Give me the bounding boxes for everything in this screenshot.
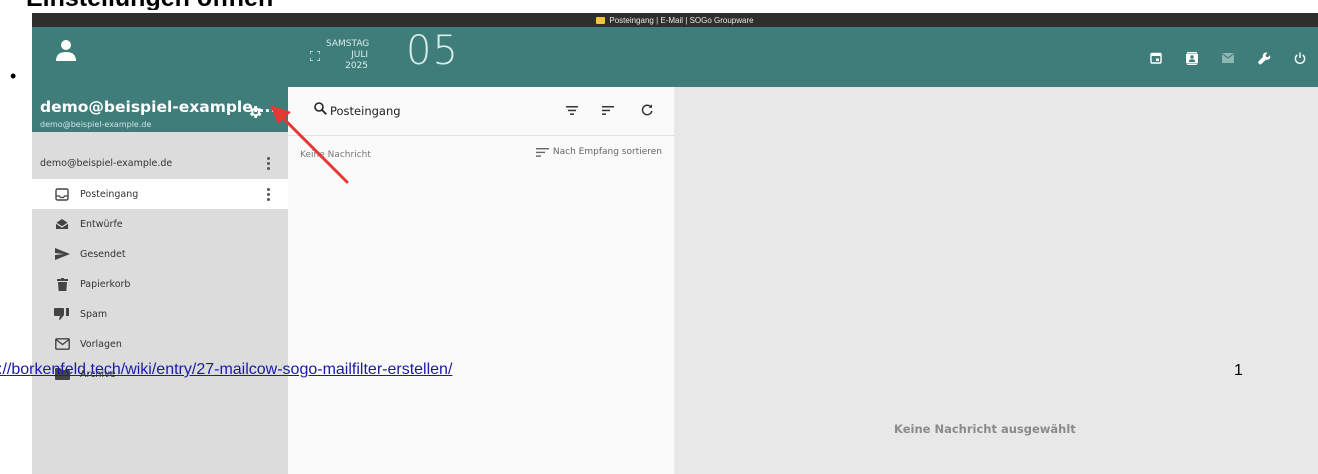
bullet-point: • xyxy=(10,66,17,86)
account-more-icon[interactable] xyxy=(266,156,270,170)
window-title: Posteingang | E-Mail | SOGo Groupware xyxy=(609,15,754,25)
sort-lines-icon xyxy=(535,147,549,157)
calendar-icon[interactable] xyxy=(1138,47,1174,69)
search-icon[interactable] xyxy=(314,102,327,115)
folder-label: Gesendet xyxy=(80,248,126,260)
source-link[interactable]: ://borkenfeld.tech/wiki/entry/27-mailcow… xyxy=(0,361,452,379)
contacts-icon[interactable] xyxy=(1174,47,1210,69)
top-icon-group xyxy=(1138,47,1318,69)
wrench-icon[interactable] xyxy=(1246,47,1282,69)
fullscreen-icon[interactable] xyxy=(310,51,320,61)
date-block: SAMSTAG JULI 2025 xyxy=(326,39,370,72)
filter-icon[interactable] xyxy=(563,101,581,119)
folder-label: Entwürfe xyxy=(80,218,123,230)
folder-label: Posteingang xyxy=(80,188,139,200)
list-title: Posteingang xyxy=(330,104,401,118)
mail-icon xyxy=(54,336,70,352)
trash-icon xyxy=(54,276,70,292)
avatar-icon[interactable] xyxy=(56,39,76,61)
folder-label: Papierkorb xyxy=(80,278,131,290)
sort-label: Nach Empfang sortieren xyxy=(552,147,662,157)
mail-favicon-icon xyxy=(596,16,606,24)
message-list-pane: Posteingang Keine Nachricht Nach Empfang… xyxy=(288,87,674,474)
list-toolbar: Posteingang xyxy=(288,87,674,136)
sidebar: demo@beispiel-example.... demo@beispiel-… xyxy=(32,27,288,474)
folder-gesendet[interactable]: Gesendet xyxy=(32,239,288,269)
folder-posteingang[interactable]: Posteingang xyxy=(32,179,288,209)
date-weekday: SAMSTAG xyxy=(326,39,370,49)
page-number: 1 xyxy=(1234,362,1243,379)
gear-icon[interactable] xyxy=(247,104,263,120)
account-row[interactable]: demo@beispiel-example.de xyxy=(32,150,288,176)
refresh-icon[interactable] xyxy=(638,101,656,119)
inbox-icon xyxy=(54,186,70,202)
send-icon xyxy=(54,246,70,262)
folder-papierkorb[interactable]: Papierkorb xyxy=(32,269,288,299)
folder-spam[interactable]: Spam xyxy=(32,299,288,329)
date-day: 05 xyxy=(406,28,459,74)
thumbs-down-icon xyxy=(54,306,70,322)
folder-vorlagen[interactable]: Vorlagen xyxy=(32,329,288,359)
window-titlebar: Posteingang | E-Mail | SOGo Groupware xyxy=(32,13,1318,27)
empty-list-message: Keine Nachricht xyxy=(300,150,371,160)
date-year: 2025 xyxy=(345,61,368,71)
folder-more-icon[interactable] xyxy=(266,187,270,201)
reading-pane: Keine Nachricht ausgewählt xyxy=(674,87,1318,474)
account-name: demo@beispiel-example.... xyxy=(40,98,277,116)
folder-label: Spam xyxy=(80,308,108,320)
account-email: demo@beispiel-example.de xyxy=(40,120,152,129)
power-icon[interactable] xyxy=(1282,47,1318,69)
browser-window: Posteingang | E-Mail | SOGo Groupware de… xyxy=(32,13,1318,474)
folder-label: Vorlagen xyxy=(80,338,122,350)
folder-entwuerfe[interactable]: Entwürfe xyxy=(32,209,288,239)
top-toolbar: SAMSTAG JULI 2025 05 xyxy=(288,27,1318,87)
account-header: demo@beispiel-example.... demo@beispiel-… xyxy=(32,27,288,132)
date-month: JULI xyxy=(351,50,368,60)
no-selection-message: Keine Nachricht ausgewählt xyxy=(894,422,1076,436)
drafts-icon xyxy=(54,216,70,232)
mail-icon[interactable] xyxy=(1210,47,1246,69)
sort-icon[interactable] xyxy=(599,101,617,119)
account-row-label: demo@beispiel-example.de xyxy=(40,157,173,169)
sort-button[interactable]: Nach Empfang sortieren xyxy=(535,147,662,157)
document-heading: Einstellungen öffnen xyxy=(26,0,273,10)
